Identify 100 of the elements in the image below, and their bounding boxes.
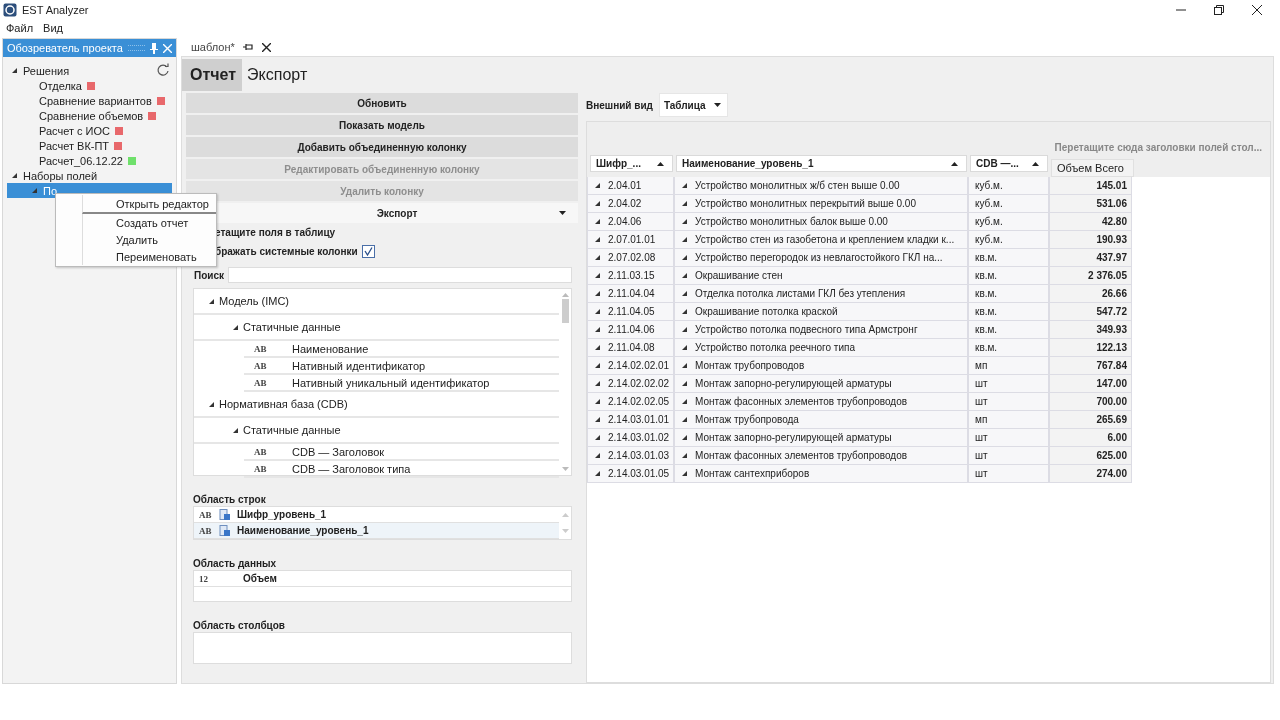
expand-icon[interactable] (594, 362, 601, 369)
expand-icon[interactable] (232, 426, 239, 434)
tree-row[interactable]: Сравнение вариантов (3, 93, 176, 108)
tree-item[interactable]: Расчет_06.12.22 (39, 154, 123, 167)
expand-icon[interactable] (594, 218, 601, 225)
restore-icon[interactable] (1214, 5, 1224, 15)
view-tab[interactable]: Отчет (182, 59, 243, 91)
expand-icon[interactable] (681, 218, 688, 225)
tree-row[interactable]: Расчет_06.12.22 (3, 153, 176, 168)
tree-item[interactable]: Решения (23, 64, 70, 77)
expand-icon[interactable] (681, 200, 688, 207)
field-group[interactable]: Статичные данные (243, 424, 341, 436)
expand-icon[interactable] (681, 182, 688, 189)
expand-icon[interactable] (594, 434, 601, 441)
field-group[interactable]: Нормативная база (CDB) (219, 398, 348, 410)
expand-icon[interactable] (681, 452, 688, 459)
field-group[interactable]: Модель (IMC) (219, 295, 290, 307)
field-item[interactable]: CDB — Заголовок типа (292, 462, 411, 475)
expand-icon[interactable] (681, 398, 688, 405)
field-item[interactable]: Наименование (292, 342, 369, 355)
menu-item[interactable]: Создать отчет (82, 214, 216, 231)
pin-icon[interactable] (242, 43, 254, 51)
search-field[interactable] (228, 267, 572, 283)
tree-row[interactable]: Наборы полей (3, 168, 176, 183)
expand-icon[interactable] (594, 344, 601, 351)
area-item[interactable]: AB Наименование_уровень_1 (194, 523, 559, 539)
menu-item[interactable]: Открыть редактор (82, 195, 216, 214)
tree-item[interactable]: Наборы полей (23, 169, 98, 182)
expand-icon[interactable] (681, 272, 688, 279)
field-item[interactable]: Нативный уникальный идентификатор (292, 376, 490, 389)
expand-icon[interactable] (232, 323, 239, 331)
expand-icon[interactable] (11, 172, 18, 179)
sort-arrow-icon[interactable] (1032, 161, 1039, 166)
menu-item[interactable]: Переименовать (82, 248, 216, 265)
expand-icon[interactable] (681, 308, 688, 315)
sort-arrow-icon[interactable] (951, 161, 958, 166)
table-cell: 2.11.04.08 (587, 339, 674, 357)
tree-row[interactable]: Отделка (3, 78, 176, 93)
expand-icon[interactable] (594, 272, 601, 279)
expand-icon[interactable] (681, 290, 688, 297)
export-dropdown[interactable]: Экспорт (216, 203, 578, 223)
sort-arrow-icon[interactable] (657, 161, 664, 166)
document-tab[interactable]: шаблон* (191, 41, 235, 53)
tree-row[interactable]: Расчет с ИОС (3, 123, 176, 138)
expand-icon[interactable] (681, 344, 688, 351)
expand-icon[interactable] (681, 380, 688, 387)
menu-item[interactable]: Файл (6, 22, 34, 34)
view-tab[interactable]: Экспорт (242, 59, 313, 91)
dropdown-arrow-icon[interactable] (559, 211, 566, 215)
expand-icon[interactable] (208, 400, 215, 408)
tree-item[interactable]: Отделка (39, 79, 82, 92)
expand-icon[interactable] (681, 326, 688, 333)
area-item[interactable]: 12 Объем (194, 571, 571, 587)
expand-icon[interactable] (594, 380, 601, 387)
column-header[interactable]: CDB —... (970, 155, 1048, 172)
action-button[interactable]: Добавить объединенную колонку (186, 137, 578, 157)
tree-item[interactable]: Сравнение вариантов (39, 94, 152, 107)
column-header[interactable]: Объем Всего (1051, 159, 1134, 177)
expand-icon[interactable] (681, 416, 688, 423)
menu-item[interactable]: Удалить (82, 231, 216, 248)
column-header[interactable]: Шифр_... (590, 155, 673, 172)
dropdown-arrow-icon[interactable] (713, 103, 721, 107)
expand-icon[interactable] (594, 182, 601, 189)
expand-icon[interactable] (681, 470, 688, 477)
expand-icon[interactable] (594, 290, 601, 297)
refresh-icon[interactable] (156, 63, 170, 77)
field-item[interactable]: Нативный идентификатор (292, 359, 426, 372)
scroll-thumb[interactable] (561, 299, 569, 323)
tree-item[interactable]: Расчет ВК-ПТ (39, 139, 110, 152)
close-icon[interactable] (1252, 5, 1262, 15)
table-cell: 2.11.04.04 (587, 285, 674, 303)
field-group[interactable]: Статичные данные (243, 321, 341, 333)
expand-icon[interactable] (11, 67, 18, 74)
expand-icon[interactable] (594, 326, 601, 333)
tree-row[interactable]: Сравнение объемов (3, 108, 176, 123)
expand-icon[interactable] (594, 236, 601, 243)
action-button[interactable]: Показать модель (186, 115, 578, 135)
expand-icon[interactable] (594, 470, 601, 477)
expand-icon[interactable] (681, 434, 688, 441)
close-icon[interactable] (261, 42, 271, 52)
tree-row[interactable]: Расчет ВК-ПТ (3, 138, 176, 153)
action-button[interactable]: Обновить (186, 93, 578, 113)
checkbox[interactable] (361, 245, 375, 258)
menu-item[interactable]: Вид (43, 22, 63, 34)
column-header[interactable]: Наименование_уровень_1 (676, 155, 967, 172)
expand-icon[interactable] (594, 398, 601, 405)
field-item[interactable]: CDB — Заголовок (292, 445, 385, 458)
expand-icon[interactable] (594, 416, 601, 423)
expand-icon[interactable] (681, 254, 688, 261)
appearance-dropdown[interactable]: Таблица (658, 93, 728, 117)
tree-item[interactable]: Сравнение объемов (39, 109, 144, 122)
expand-icon[interactable] (594, 200, 601, 207)
expand-icon[interactable] (594, 452, 601, 459)
expand-icon[interactable] (208, 297, 215, 305)
expand-icon[interactable] (681, 362, 688, 369)
expand-icon[interactable] (594, 254, 601, 261)
expand-icon[interactable] (594, 308, 601, 315)
tree-item[interactable]: Расчет с ИОС (39, 124, 110, 137)
tree-row[interactable]: Решения (3, 63, 176, 78)
expand-icon[interactable] (681, 236, 688, 243)
